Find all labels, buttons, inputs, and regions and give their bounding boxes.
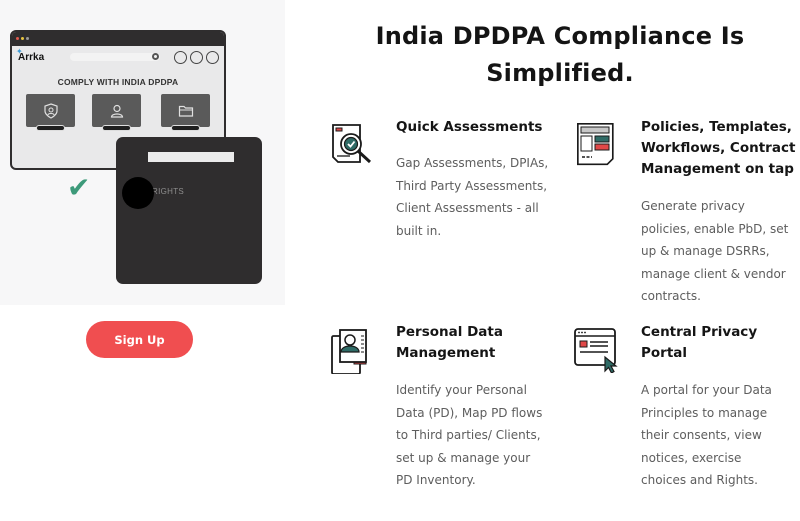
page-title-line-2: Simplified. xyxy=(486,59,634,87)
folder-icon xyxy=(178,105,193,117)
magnifier-check-icon xyxy=(332,124,372,164)
description-line: PD Inventory. xyxy=(396,473,476,487)
title-line: Personal Data xyxy=(396,324,503,340)
shield-user-icon xyxy=(43,102,58,119)
title-line: Portal xyxy=(641,345,688,361)
description-line: policies, enable PbD, set xyxy=(641,221,789,236)
description-line: notices, exercise xyxy=(641,450,742,465)
tile-folder xyxy=(161,94,210,131)
feature-title: Policies, Templates, Workflows, Contract… xyxy=(641,117,795,180)
tile-user xyxy=(92,94,141,131)
title-line: Workflows, Contract xyxy=(641,140,796,156)
description-line: Principles to manage xyxy=(641,405,768,420)
feature-title: Personal Data Management xyxy=(396,322,503,364)
description-line: choices and Rights. xyxy=(641,473,758,487)
profile-document-icon xyxy=(331,329,367,374)
rights-card: RIGHTS xyxy=(116,137,262,284)
title-line: Management on tap xyxy=(641,161,794,177)
arrka-logo-text: Arrka xyxy=(18,52,45,63)
feature-description: A portal for your Data Principles to man… xyxy=(641,379,772,492)
feature-description: Generate privacy policies, enable PbD, s… xyxy=(641,195,788,308)
circle-icon xyxy=(206,51,219,64)
page-title: India DPDPA Compliance Is Simplified. xyxy=(340,18,780,92)
address-bar xyxy=(70,53,160,61)
feature-description: Gap Assessments, DPIAs, Third Party Asse… xyxy=(396,152,548,242)
description-line: their consents, view xyxy=(641,428,762,442)
description-line: contracts. xyxy=(641,289,701,303)
user-icon xyxy=(110,104,123,118)
description-line: A portal for your Data xyxy=(641,383,772,397)
search-icon xyxy=(152,53,159,60)
browser-title-bar xyxy=(12,32,224,46)
window-dot-gray-icon xyxy=(26,37,29,40)
tile-pill xyxy=(36,125,65,131)
description-line: set up & manage your xyxy=(396,450,531,465)
cursor-dot xyxy=(122,177,154,209)
description-line: to Third parties/ Clients, xyxy=(396,428,541,442)
rights-label: RIGHTS xyxy=(152,187,185,196)
feature-title: Central Privacy Portal xyxy=(641,322,757,364)
title-line: Management xyxy=(396,345,496,361)
circle-icon xyxy=(190,51,203,64)
window-dot-yellow-icon xyxy=(21,37,24,40)
sign-up-button[interactable]: Sign Up xyxy=(86,321,193,358)
feature-description: Identify your Personal Data (PD), Map PD… xyxy=(396,379,542,492)
checkmark-icon: ✔ xyxy=(67,171,91,204)
description-line: manage client & vendor xyxy=(641,266,786,281)
title-line: Policies, Templates, xyxy=(641,119,792,135)
circle-icon xyxy=(174,51,187,64)
description-line: Data (PD), Map PD flows xyxy=(396,405,543,420)
tile-pill xyxy=(102,125,131,131)
feature-title: Quick Assessments xyxy=(396,119,543,135)
document-template-icon xyxy=(577,123,614,166)
title-line: Central Privacy xyxy=(641,324,758,340)
description-line: Gap Assessments, DPIAs, xyxy=(396,156,549,170)
rights-card-bar xyxy=(148,152,234,162)
window-dot-red-icon xyxy=(16,37,19,40)
page-title-line-1: India DPDPA Compliance Is xyxy=(375,22,745,50)
tile-pill xyxy=(171,125,200,131)
portal-cursor-icon xyxy=(574,328,618,373)
description-line: up & manage DSRRs, xyxy=(641,244,770,258)
description-line: Third Party Assessments, xyxy=(396,178,548,193)
description-line: Identify your Personal xyxy=(396,383,527,397)
tile-shield xyxy=(26,94,75,131)
description-line: Generate privacy xyxy=(641,199,745,213)
hero-illustration: ✦ Arrka COMPLY WITH INDIA DPDPA ✔ RIGHTS xyxy=(0,0,285,305)
description-line: built in. xyxy=(396,223,442,238)
comply-heading: COMPLY WITH INDIA DPDPA xyxy=(57,77,179,87)
description-line: Client Assessments - all xyxy=(396,201,539,215)
